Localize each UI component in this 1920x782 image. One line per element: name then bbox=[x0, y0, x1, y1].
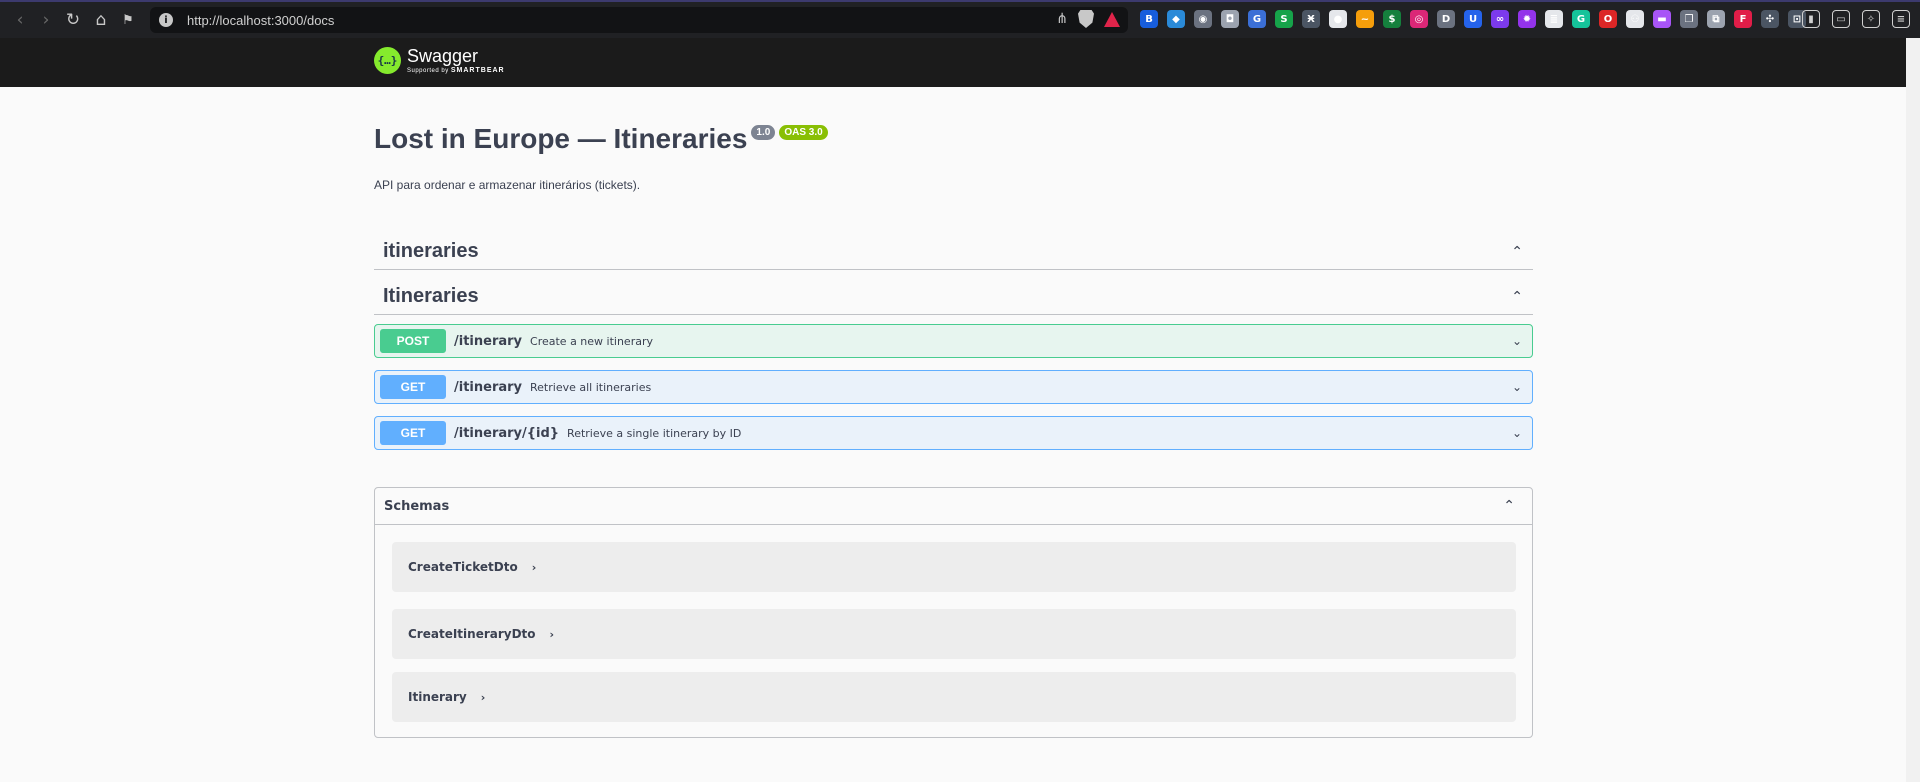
tag-section-itineraries[interactable]: Itineraries ⌃ bbox=[374, 279, 1533, 315]
model-name: Itinerary bbox=[408, 690, 467, 704]
swagger-topbar: {…} Swagger Supported by SMARTBEAR bbox=[0, 38, 1906, 87]
extension-xe-icon[interactable]: Ӿ bbox=[1302, 10, 1320, 28]
api-title-row: Lost in Europe — Itineraries 1.0 OAS 3.0 bbox=[374, 123, 828, 155]
url-text[interactable]: http://localhost:3000/docs bbox=[187, 13, 334, 28]
oas-badge: OAS 3.0 bbox=[779, 125, 828, 140]
logo-name: Swagger bbox=[407, 46, 479, 66]
schema-model-createitinerarydto[interactable]: CreateItineraryDto › bbox=[392, 609, 1516, 659]
extensions-bar: B ◆ ◉ ◘ G S Ӿ ● ~ $ ◎ D U ∞ ✹ ≣ G O ⚇ ▬ ❐ ⧉ F ✣ ⊡ bbox=[1140, 10, 1806, 28]
operation-path: /itinerary/{id} bbox=[454, 425, 560, 441]
operation-get-itinerary[interactable]: GET /itinerary Retrieve all itineraries … bbox=[374, 370, 1533, 404]
sidebar-toggle-icon[interactable]: ▮ bbox=[1802, 10, 1820, 28]
api-title: Lost in Europe — Itineraries bbox=[374, 123, 748, 154]
menu-icon[interactable]: ≡ bbox=[1892, 10, 1910, 28]
browser-right-controls: ▮ ▭ ✧ ≡ bbox=[1802, 10, 1910, 28]
browser-toolbar: ‹ › ↻ ⌂ ⚑ i http://localhost:3000/docs ⋔… bbox=[0, 0, 1920, 38]
wallet-icon[interactable]: ▭ bbox=[1832, 10, 1850, 28]
operation-get-itinerary-by-id[interactable]: GET /itinerary/{id} Retrieve a single it… bbox=[374, 416, 1533, 450]
extension-s-icon[interactable]: S bbox=[1275, 10, 1293, 28]
extension-colorwheel-icon[interactable]: ◎ bbox=[1410, 10, 1428, 28]
chevron-down-icon[interactable]: ⌄ bbox=[1512, 334, 1522, 348]
operation-post-itinerary[interactable]: POST /itinerary Create a new itinerary ⌄ bbox=[374, 324, 1533, 358]
extension-o-icon[interactable]: O bbox=[1599, 10, 1617, 28]
tag-section-itineraries-lower[interactable]: itineraries ⌃ bbox=[374, 234, 1533, 270]
operation-summary: Retrieve a single itinerary by ID bbox=[567, 426, 742, 440]
leo-ai-icon[interactable]: ✧ bbox=[1862, 10, 1880, 28]
schema-model-itinerary[interactable]: Itinerary › bbox=[392, 672, 1516, 722]
reload-icon[interactable]: ↻ bbox=[60, 7, 86, 33]
schemas-header[interactable]: Schemas ⌃ bbox=[375, 488, 1532, 525]
extension-gear-icon[interactable]: ✹ bbox=[1518, 10, 1536, 28]
operation-summary: Retrieve all itineraries bbox=[530, 380, 652, 394]
schemas-title: Schemas bbox=[384, 498, 450, 514]
forward-icon[interactable]: › bbox=[33, 7, 59, 33]
model-name: CreateItineraryDto bbox=[408, 627, 536, 641]
extension-list-icon[interactable]: ≣ bbox=[1545, 10, 1563, 28]
operation-summary: Create a new itinerary bbox=[530, 334, 653, 348]
chevron-up-icon[interactable]: ⌃ bbox=[1511, 244, 1523, 260]
home-icon[interactable]: ⌂ bbox=[88, 7, 114, 33]
chevron-up-icon[interactable]: ⌃ bbox=[1511, 289, 1523, 305]
chevron-right-icon[interactable]: › bbox=[532, 561, 537, 574]
schema-model-createticketdto[interactable]: CreateTicketDto › bbox=[392, 542, 1516, 592]
address-bar[interactable]: i http://localhost:3000/docs ⋔ bbox=[150, 7, 1128, 33]
extension-circle-icon[interactable]: ● bbox=[1329, 10, 1347, 28]
extension-shield-icon[interactable]: ◉ bbox=[1194, 10, 1212, 28]
tag-name: itineraries bbox=[383, 240, 479, 262]
method-badge-post: POST bbox=[380, 329, 446, 353]
logo-smartbear: SMARTBEAR bbox=[450, 67, 505, 74]
page-scrollbar[interactable] bbox=[1906, 38, 1920, 782]
operation-path: /itinerary bbox=[454, 333, 523, 349]
extension-grammarly-icon[interactable]: G bbox=[1572, 10, 1590, 28]
logo-supported-by: Supported by bbox=[407, 68, 449, 74]
logo-text: Swagger Supported by SMARTBEAR bbox=[407, 47, 505, 74]
logo-subtitle: Supported by SMARTBEAR bbox=[407, 67, 505, 74]
chevron-down-icon[interactable]: ⌄ bbox=[1512, 380, 1522, 394]
extension-chat-icon[interactable]: ▬ bbox=[1653, 10, 1671, 28]
swagger-logo-icon: {…} bbox=[374, 47, 401, 74]
extension-camera-icon[interactable]: ◘ bbox=[1221, 10, 1239, 28]
brave-shields-icon[interactable] bbox=[1078, 10, 1094, 28]
operation-path: /itinerary bbox=[454, 379, 523, 395]
schemas-section: Schemas ⌃ CreateTicketDto › CreateItiner… bbox=[374, 487, 1533, 738]
extension-pages-icon[interactable]: ⧉ bbox=[1707, 10, 1725, 28]
method-badge-get: GET bbox=[380, 421, 446, 445]
extension-copy-icon[interactable]: ❐ bbox=[1680, 10, 1698, 28]
extension-figma-icon[interactable]: F bbox=[1734, 10, 1752, 28]
extension-puzzle-icon[interactable]: ✣ bbox=[1761, 10, 1779, 28]
swagger-logo[interactable]: {…} Swagger Supported by SMARTBEAR bbox=[374, 47, 505, 74]
share-icon[interactable]: ⋔ bbox=[1056, 11, 1068, 27]
api-description: API para ordenar e armazenar itinerários… bbox=[374, 178, 641, 192]
chevron-up-icon[interactable]: ⌃ bbox=[1503, 498, 1515, 514]
tag-name: Itineraries bbox=[383, 285, 479, 307]
extension-diamond-icon[interactable]: ◆ bbox=[1167, 10, 1185, 28]
extension-fox-icon[interactable]: ~ bbox=[1356, 10, 1374, 28]
extension-translate-icon[interactable]: G bbox=[1248, 10, 1266, 28]
extension-u-icon[interactable]: U bbox=[1464, 10, 1482, 28]
extension-glasses-icon[interactable]: ⚇ bbox=[1626, 10, 1644, 28]
chevron-right-icon[interactable]: › bbox=[481, 691, 486, 704]
extension-bitwarden-icon[interactable]: B bbox=[1140, 10, 1158, 28]
model-name: CreateTicketDto bbox=[408, 560, 518, 574]
extension-dollar-icon[interactable]: $ bbox=[1383, 10, 1401, 28]
site-info-icon[interactable]: i bbox=[159, 13, 173, 27]
back-icon[interactable]: ‹ bbox=[7, 7, 33, 33]
chevron-right-icon[interactable]: › bbox=[550, 628, 555, 641]
brave-rewards-icon[interactable] bbox=[1104, 11, 1120, 27]
method-badge-get: GET bbox=[380, 375, 446, 399]
chevron-down-icon[interactable]: ⌄ bbox=[1512, 426, 1522, 440]
extension-d-icon[interactable]: D bbox=[1437, 10, 1455, 28]
extension-infinity-icon[interactable]: ∞ bbox=[1491, 10, 1509, 28]
version-badge: 1.0 bbox=[751, 125, 776, 140]
bookmark-icon[interactable]: ⚑ bbox=[115, 7, 141, 33]
